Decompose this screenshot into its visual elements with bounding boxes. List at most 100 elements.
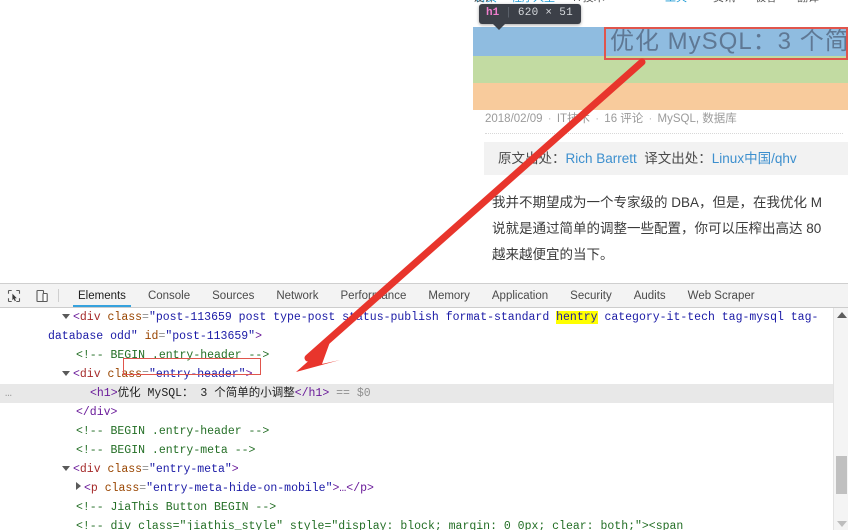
toolbar-divider <box>58 289 59 302</box>
origin-label: 原文出处： <box>498 151 566 166</box>
meta-sep-2: · <box>595 113 600 125</box>
meta-divider <box>485 133 843 134</box>
badge-dimensions: 620 × 51 <box>517 7 574 19</box>
tab-performance[interactable]: Performance <box>330 284 418 307</box>
tab-web-scraper-label: Web Scraper <box>687 289 755 302</box>
annotation-rectangle-entry-header <box>123 358 261 375</box>
comment-text: <!-- BEGIN .entry-meta --> <box>76 444 256 457</box>
nav-item-4[interactable]: 工具 <box>665 0 687 5</box>
collapse-triangle-icon[interactable] <box>76 482 81 490</box>
tab-console[interactable]: Console <box>137 284 201 307</box>
screenshot-root: 首页 程序人生 IT技术 设计 工具 资讯 极客 翻译 优化 MySQL：3 个… <box>0 0 848 530</box>
t-idval: "post-113659" <box>165 330 256 343</box>
comment-text: <!-- BEGIN .entry-header --> <box>76 425 270 438</box>
tab-application[interactable]: Application <box>481 284 559 307</box>
dom-row-entry-meta-p[interactable]: <p class="entry-meta-hide-on-mobile">…</… <box>0 479 848 498</box>
dom-row-comment-jiathis[interactable]: <!-- JiaThis Button BEGIN --> <box>0 498 848 517</box>
tab-audits[interactable]: Audits <box>623 284 677 307</box>
scrollbar-thumb[interactable] <box>836 456 847 494</box>
tab-memory[interactable]: Memory <box>417 284 481 307</box>
annotation-rectangle-heading <box>604 27 848 60</box>
tab-network-label: Network <box>276 289 319 302</box>
nav-item-7[interactable]: 翻译 <box>797 0 819 5</box>
tab-console-label: Console <box>147 289 191 302</box>
t-attr4: class <box>104 482 140 495</box>
t-val-db: database odd" <box>48 330 138 343</box>
devtools-tabs: Elements Console Sources Network Perform… <box>67 284 766 307</box>
t-attr: class <box>107 311 143 324</box>
h1-open-tag: <h1> <box>90 387 118 400</box>
tab-security[interactable]: Security <box>559 284 623 307</box>
element-size-badge: h1 | 620 × 51 <box>479 4 582 30</box>
device-toolbar-icon[interactable] <box>28 284 56 307</box>
tab-audits-label: Audits <box>633 289 666 302</box>
source-attribution-box: 原文出处：Rich Barrett 译文出处：Linux中国/qhv <box>484 142 848 175</box>
comment-text: <!-- div class="jiathis_style" style="di… <box>76 520 684 530</box>
t-gt3: > <box>231 463 239 476</box>
t-tag: div <box>79 311 101 324</box>
tab-sources[interactable]: Sources <box>201 284 265 307</box>
translation-link[interactable]: Linux中国/qhv <box>712 151 797 166</box>
devtools-toolbar: Elements Console Sources Network Perform… <box>0 284 848 308</box>
tab-sources-label: Sources <box>212 289 255 302</box>
scroll-up-icon[interactable] <box>837 312 847 318</box>
entry-meta: 2018/02/09 · IT技术 · 16 评论 · MySQL, 数据库 <box>485 111 845 127</box>
tab-performance-label: Performance <box>340 289 407 302</box>
h1-close-tag: </h1> <box>294 387 330 400</box>
meta-date: 2018/02/09 <box>485 113 543 125</box>
dom-row-comment-begin-meta[interactable]: <!-- BEGIN .entry-meta --> <box>0 441 848 460</box>
t-lt3: < <box>73 463 80 476</box>
inspect-element-icon[interactable] <box>0 284 28 307</box>
devtools-panel: Elements Console Sources Network Perform… <box>0 283 848 530</box>
t-val-a: "post-113659 post type-post status-publi… <box>148 311 557 324</box>
expand-triangle-icon[interactable] <box>62 314 70 319</box>
dom-tree-scrollbar[interactable] <box>833 308 848 530</box>
t-tag4: p <box>90 482 98 495</box>
console-ref: == $0 <box>336 387 371 400</box>
tab-elements[interactable]: Elements <box>67 284 137 307</box>
t-tag3: div <box>79 463 101 476</box>
dom-row-post-div-cont[interactable]: database odd" id="post-113659"> <box>0 327 848 346</box>
origin-link[interactable]: Rich Barrett <box>566 151 637 166</box>
t-lt: < <box>73 311 80 324</box>
nav-item-5[interactable]: 资讯 <box>713 0 735 5</box>
dom-row-comment-jiathis-div[interactable]: <!-- div class="jiathis_style" style="di… <box>0 517 848 530</box>
expand-triangle-icon[interactable] <box>62 466 70 471</box>
h1-inner-text: 优化 MySQL： 3 个简单的小调整 <box>117 387 295 400</box>
dom-tree[interactable]: <div class="post-113659 post type-post s… <box>0 308 848 530</box>
t-val3: "entry-meta" <box>148 463 232 476</box>
tab-security-label: Security <box>570 289 612 302</box>
dom-row-post-div[interactable]: <div class="post-113659 post type-post s… <box>0 308 848 327</box>
tab-web-scraper[interactable]: Web Scraper <box>677 284 766 307</box>
meta-category[interactable]: IT技术 <box>557 113 590 125</box>
meta-sep-3: · <box>648 113 653 125</box>
dom-row-close-div[interactable]: </div> <box>0 403 848 422</box>
t-lt2: < <box>73 368 80 381</box>
tab-network[interactable]: Network <box>265 284 329 307</box>
article-body: 我并不期望成为一个专家级的 DBA，但是，在我优化 M 说就是通过简单的调整一些… <box>492 190 848 268</box>
meta-tags[interactable]: MySQL, 数据库 <box>658 113 737 125</box>
article-line-0: 我并不期望成为一个专家级的 DBA，但是，在我优化 M <box>492 195 823 210</box>
article-line-1: 说就是通过简单的调整一些配置，你可以压榨出高达 80 <box>492 221 822 236</box>
t-lt4: < <box>84 482 91 495</box>
badge-separator: | <box>505 7 512 19</box>
tab-elements-label: Elements <box>78 289 126 302</box>
meta-comments[interactable]: 16 评论 <box>604 113 643 125</box>
browser-viewport: 首页 程序人生 IT技术 设计 工具 资讯 极客 翻译 优化 MySQL：3 个… <box>0 0 848 283</box>
dom-row-selected-h1[interactable]: … <h1>优化 MySQL： 3 个简单的小调整</h1> == $0 <box>0 384 848 403</box>
tab-application-label: Application <box>491 289 549 302</box>
row-ellipsis[interactable]: … <box>5 384 13 403</box>
dom-row-entry-meta-div[interactable]: <div class="entry-meta"> <box>0 460 848 479</box>
t-val-hentry: hentry <box>556 311 598 324</box>
badge-tag-name: h1 <box>486 7 500 19</box>
expand-triangle-icon[interactable] <box>62 371 70 376</box>
dom-row-comment-end-header[interactable]: <!-- BEGIN .entry-header --> <box>0 422 848 441</box>
article-line-2: 越来越便宜的当下。 <box>492 247 614 262</box>
t-val4: "entry-meta-hide-on-mobile" <box>146 482 333 495</box>
nav-item-6[interactable]: 极客 <box>755 0 777 5</box>
scroll-down-icon[interactable] <box>837 521 847 527</box>
t-attr3: class <box>107 463 143 476</box>
tab-memory-label: Memory <box>428 289 470 302</box>
comment-text: <!-- JiaThis Button BEGIN --> <box>76 501 277 514</box>
t-gt4: >…</p> <box>332 482 374 495</box>
